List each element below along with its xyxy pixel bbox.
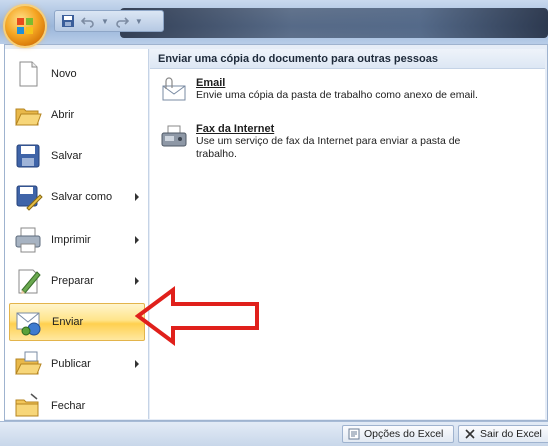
email-icon	[162, 77, 186, 101]
submenu-arrow-icon	[135, 277, 139, 285]
menu-item-label: Salvar como	[51, 191, 113, 203]
options-icon	[348, 428, 360, 440]
fax-option-description: Use um serviço de fax da Internet para e…	[196, 135, 461, 160]
exit-excel-button[interactable]: Sair do Excel	[458, 425, 548, 443]
prepare-icon	[18, 269, 41, 294]
email-option-title: Email	[196, 77, 226, 89]
menu-item-fechar[interactable]: Fechar	[9, 387, 145, 425]
quick-access-toolbar: ▼ ▼	[54, 10, 164, 32]
undo-dropdown-icon[interactable]: ▼	[101, 17, 109, 26]
title-bar: ▼ ▼	[0, 0, 548, 44]
publish-icon	[15, 351, 42, 375]
menu-item-label: Salvar	[51, 150, 83, 162]
send-pane-header: Enviar uma cópia do documento para outra…	[150, 49, 545, 69]
submenu-arrow-icon	[135, 360, 139, 368]
printer-icon	[15, 227, 41, 253]
excel-options-label: Opções do Excel	[364, 428, 444, 440]
fax-icon	[161, 125, 187, 147]
office-menu: Novo Abrir Salvar Salvar como Imprimir P…	[4, 44, 548, 421]
save-as-icon	[16, 185, 43, 211]
fax-option-title: Fax da Internet	[196, 123, 275, 135]
redo-icon[interactable]	[115, 14, 129, 28]
menu-item-novo[interactable]: Novo	[9, 55, 145, 93]
menu-footer-bar: Opções do Excel Sair do Excel	[0, 421, 548, 446]
menu-item-salvar[interactable]: Salvar	[9, 137, 145, 175]
save-disk-icon	[16, 144, 40, 168]
menu-item-publicar[interactable]: Publicar	[9, 345, 145, 383]
exit-excel-label: Sair do Excel	[480, 428, 542, 440]
annotation-arrow-icon	[135, 286, 259, 346]
menu-item-label: Publicar	[51, 358, 91, 370]
menu-item-imprimir[interactable]: Imprimir	[9, 221, 145, 259]
customize-qat-icon[interactable]: ▼	[135, 17, 143, 26]
menu-item-label: Enviar	[52, 316, 84, 328]
open-folder-icon	[15, 108, 42, 126]
close-folder-icon	[15, 393, 39, 417]
new-document-icon	[19, 61, 38, 87]
office-logo-icon	[17, 18, 33, 34]
menu-item-salvar-como[interactable]: Salvar como	[9, 178, 145, 216]
undo-icon[interactable]	[81, 14, 95, 28]
office-button[interactable]	[5, 6, 45, 46]
menu-item-label: Preparar	[51, 275, 94, 287]
save-icon[interactable]	[61, 14, 75, 28]
menu-item-abrir[interactable]: Abrir	[9, 96, 145, 134]
excel-options-button[interactable]: Opções do Excel	[342, 425, 454, 443]
close-icon	[465, 429, 475, 439]
send-options-pane: Enviar uma cópia do documento para outra…	[150, 49, 545, 419]
menu-item-preparar[interactable]: Preparar	[9, 262, 145, 300]
send-option-email[interactable]: Email Envie uma cópia da pasta de trabal…	[160, 77, 540, 117]
submenu-arrow-icon	[135, 236, 139, 244]
submenu-arrow-icon	[135, 193, 139, 201]
menu-item-enviar[interactable]: Enviar	[9, 303, 145, 341]
menu-item-label: Fechar	[51, 400, 86, 412]
menu-item-label: Imprimir	[51, 234, 91, 246]
send-option-internet-fax[interactable]: Fax da Internet Use um serviço de fax da…	[160, 123, 540, 163]
menu-item-label: Abrir	[51, 109, 75, 121]
email-option-description: Envie uma cópia da pasta de trabalho com…	[196, 89, 478, 101]
title-bar-background	[120, 8, 548, 38]
menu-commands-pane: Novo Abrir Salvar Salvar como Imprimir P…	[5, 49, 149, 419]
menu-item-label: Novo	[51, 68, 77, 80]
send-icon	[16, 312, 41, 336]
